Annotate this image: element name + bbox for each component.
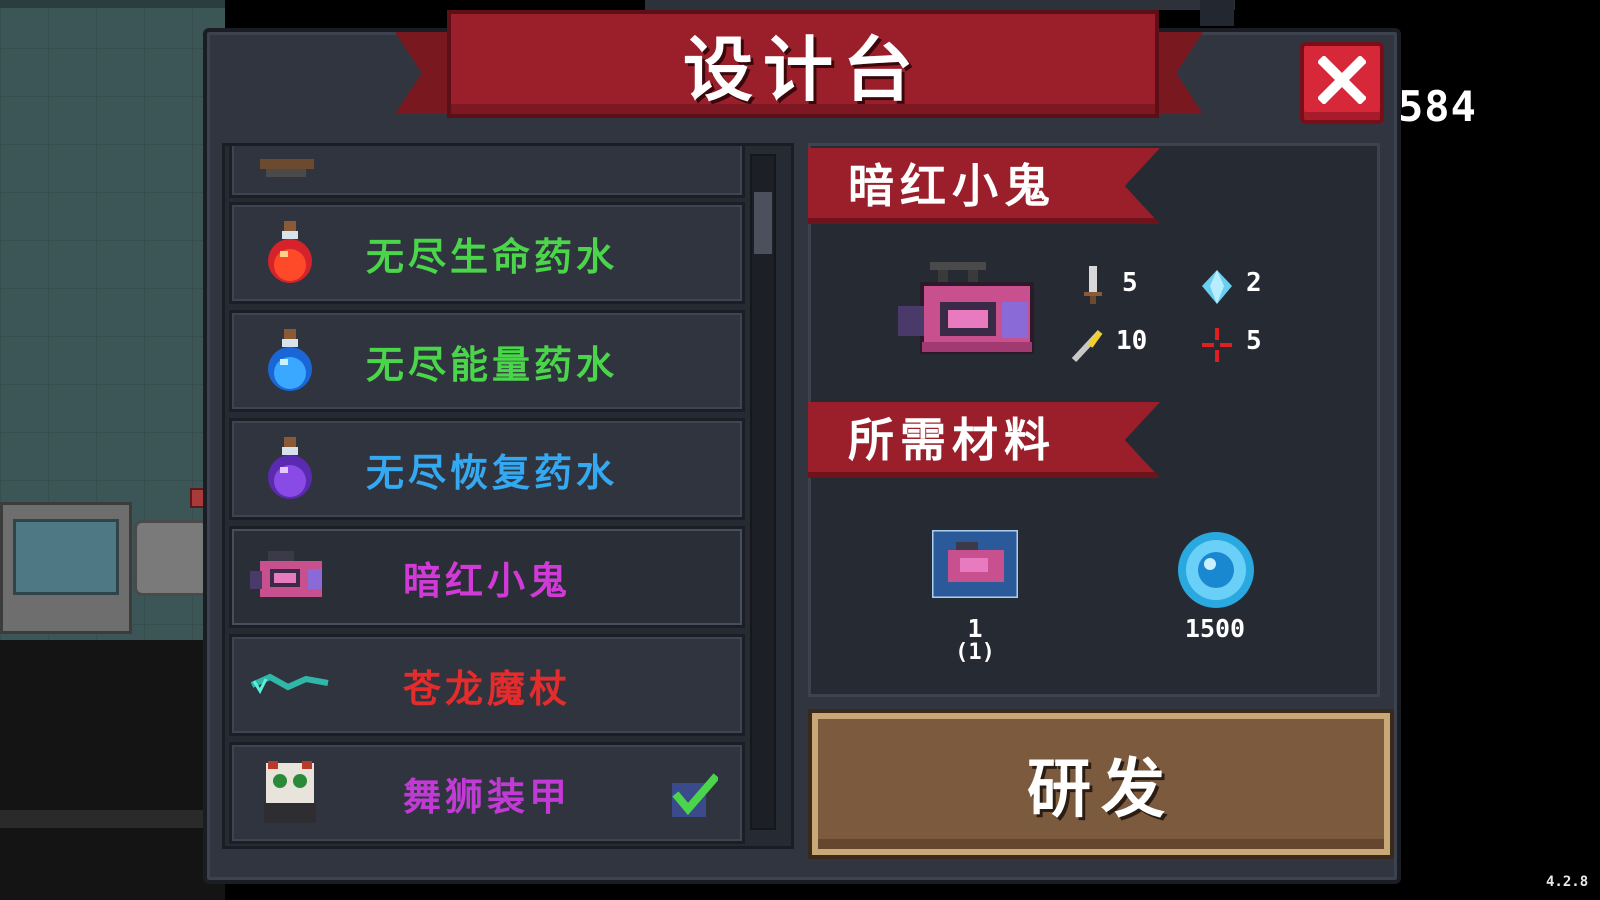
gem-coin-icon bbox=[1178, 532, 1254, 608]
bullet-icon bbox=[1071, 329, 1103, 363]
dragon-staff-icon bbox=[250, 673, 329, 695]
list-item-label: 苍龙魔杖 bbox=[402, 666, 571, 711]
workbench bbox=[134, 520, 210, 596]
material-count: 1 bbox=[967, 614, 983, 643]
materials-ribbon: 所需材料 bbox=[808, 402, 1160, 478]
lion-armor-icon bbox=[264, 761, 316, 823]
list-item-selected[interactable]: 暗红小鬼 bbox=[229, 526, 745, 628]
blue-potion-icon bbox=[268, 329, 312, 391]
stat-ammo-value: 10 bbox=[1116, 326, 1148, 356]
stat-crit-value: 5 bbox=[1246, 326, 1262, 356]
list-scrollbar[interactable] bbox=[750, 154, 776, 830]
version-label: 4.2.8 bbox=[1546, 874, 1589, 890]
pink-gun-icon bbox=[250, 551, 322, 597]
list-item[interactable]: 无尽恢复药水 bbox=[229, 418, 745, 520]
list-item-label: 无尽恢复药水 bbox=[366, 450, 619, 495]
computer-monitor bbox=[0, 502, 132, 634]
list-item[interactable] bbox=[229, 146, 745, 198]
research-button-label: 研发 bbox=[1027, 753, 1175, 827]
top-wall-corner bbox=[1200, 0, 1234, 26]
blueprint-list[interactable]: 无尽生命药水 无尽能量药水 无尽恢复药水 暗红小鬼 苍龙魔杖 舞狮装甲 bbox=[222, 143, 794, 849]
list-item[interactable]: 无尽能量药水 bbox=[229, 310, 745, 412]
list-item-label: 舞狮装甲 bbox=[402, 774, 571, 819]
purple-potion-icon bbox=[268, 437, 312, 499]
close-icon bbox=[1318, 56, 1366, 104]
item-name: 暗红小鬼 bbox=[848, 159, 1056, 213]
list-item[interactable]: 舞狮装甲 bbox=[229, 742, 745, 844]
red-potion-icon bbox=[268, 221, 312, 283]
list-item-label: 无尽生命药水 bbox=[366, 234, 619, 279]
sword-icon bbox=[1084, 266, 1102, 304]
gem-cost: 1500 bbox=[1184, 614, 1246, 643]
diamond-icon bbox=[1202, 270, 1232, 304]
scroll-thumb[interactable] bbox=[754, 192, 772, 254]
crosshair-icon bbox=[1202, 328, 1232, 362]
room-ledge bbox=[0, 810, 225, 828]
stat-damage-value: 5 bbox=[1122, 268, 1138, 298]
item-name-ribbon: 暗红小鬼 bbox=[808, 148, 1160, 224]
list-item-label: 暗红小鬼 bbox=[402, 558, 571, 603]
blueprint-icon bbox=[932, 530, 1018, 598]
close-button[interactable] bbox=[1300, 42, 1384, 124]
list-item-label: 无尽能量药水 bbox=[366, 342, 619, 387]
dialog-title: 设计台 bbox=[683, 28, 923, 111]
checkmark-icon bbox=[672, 773, 718, 817]
material-owned: (1) bbox=[955, 640, 995, 665]
materials-title: 所需材料 bbox=[848, 413, 1056, 467]
pink-gun-preview-icon bbox=[898, 262, 1034, 354]
stat-energy-value: 2 bbox=[1246, 268, 1262, 298]
room-shadow bbox=[0, 640, 225, 900]
title-banner: 设计台 bbox=[395, 10, 1203, 128]
top-wall bbox=[645, 0, 1235, 10]
list-item[interactable]: 无尽生命药水 bbox=[229, 202, 745, 304]
research-button[interactable]: 研发 bbox=[808, 709, 1394, 859]
gem-counter: 584 bbox=[1398, 82, 1477, 131]
list-item[interactable]: 苍龙魔杖 bbox=[229, 634, 745, 736]
